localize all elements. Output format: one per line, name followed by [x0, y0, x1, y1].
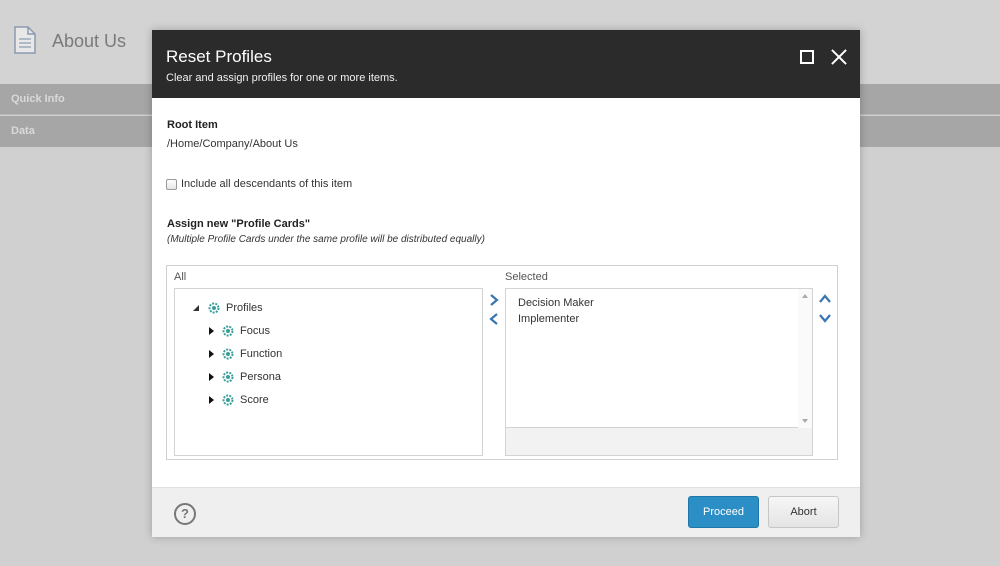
tree-node-label: Score: [240, 394, 269, 406]
include-descendants-row[interactable]: Include all descendants of this item: [166, 178, 352, 190]
chevron-right-icon[interactable]: [487, 293, 501, 307]
chevron-down-icon[interactable]: [818, 311, 832, 325]
scroll-down-icon[interactable]: [802, 419, 808, 423]
maximize-button[interactable]: [798, 48, 816, 66]
dialog-header: Reset Profiles Clear and assign profiles…: [152, 30, 860, 98]
tree-node-persona[interactable]: Persona: [206, 371, 281, 383]
chevron-left-icon[interactable]: [487, 312, 501, 326]
help-icon[interactable]: ?: [174, 503, 196, 525]
tree-node-label: Persona: [240, 371, 281, 383]
include-descendants-label[interactable]: Include all descendants of this item: [181, 178, 352, 190]
profile-gear-icon: [208, 302, 220, 314]
expand-icon[interactable]: [206, 349, 216, 359]
dialog-body: Root Item /Home/Company/About Us Include…: [152, 98, 860, 487]
all-caption: All: [174, 271, 187, 283]
all-tree[interactable]: Profiles Focus Function Persona Score: [174, 288, 483, 456]
expand-icon[interactable]: [206, 372, 216, 382]
selected-list[interactable]: Decision Maker Implementer: [506, 289, 812, 428]
expand-icon[interactable]: [206, 326, 216, 336]
expand-icon[interactable]: [206, 395, 216, 405]
assign-note: (Multiple Profile Cards under the same p…: [167, 234, 485, 245]
tree-node-function[interactable]: Function: [206, 348, 282, 360]
selected-item-decision-maker[interactable]: Decision Maker: [518, 297, 594, 309]
page-title: About Us: [52, 31, 127, 51]
tree-node-profiles[interactable]: Profiles: [192, 302, 263, 314]
tree-node-label: Focus: [240, 325, 270, 337]
tree-node-score[interactable]: Score: [206, 394, 269, 406]
selected-caption: Selected: [505, 271, 548, 283]
profile-gear-icon: [222, 325, 234, 337]
tree-node-focus[interactable]: Focus: [206, 325, 270, 337]
reset-profiles-dialog: Reset Profiles Clear and assign profiles…: [152, 30, 860, 537]
include-descendants-checkbox[interactable]: [166, 178, 177, 190]
document-icon: [14, 26, 36, 54]
profile-gear-icon: [222, 371, 234, 383]
profile-gear-icon: [222, 348, 234, 360]
chevron-up-icon[interactable]: [818, 292, 832, 306]
scrollbar[interactable]: [798, 289, 812, 428]
abort-button[interactable]: Abort: [768, 496, 839, 528]
tree-node-label: Function: [240, 348, 283, 360]
tree-node-label: Profiles: [226, 302, 263, 314]
scroll-up-icon[interactable]: [802, 294, 808, 298]
root-item-path: /Home/Company/About Us: [167, 138, 298, 150]
profile-gear-icon: [222, 394, 234, 406]
assign-label: Assign new "Profile Cards": [167, 218, 311, 230]
maximize-icon: [800, 50, 814, 64]
proceed-button[interactable]: Proceed: [688, 496, 759, 528]
dialog-footer: ? Proceed Abort: [152, 487, 860, 537]
selected-list-box: Decision Maker Implementer: [505, 288, 813, 456]
close-button[interactable]: [830, 48, 848, 66]
root-item-label: Root Item: [167, 119, 218, 131]
selected-item-implementer[interactable]: Implementer: [518, 313, 579, 325]
collapse-icon[interactable]: [192, 303, 202, 313]
dialog-title: Reset Profiles: [166, 47, 272, 66]
profile-card-picker: All Selected Profiles Focus Function Per…: [166, 265, 838, 460]
dialog-subtitle: Clear and assign profiles for one or mor…: [166, 72, 398, 84]
